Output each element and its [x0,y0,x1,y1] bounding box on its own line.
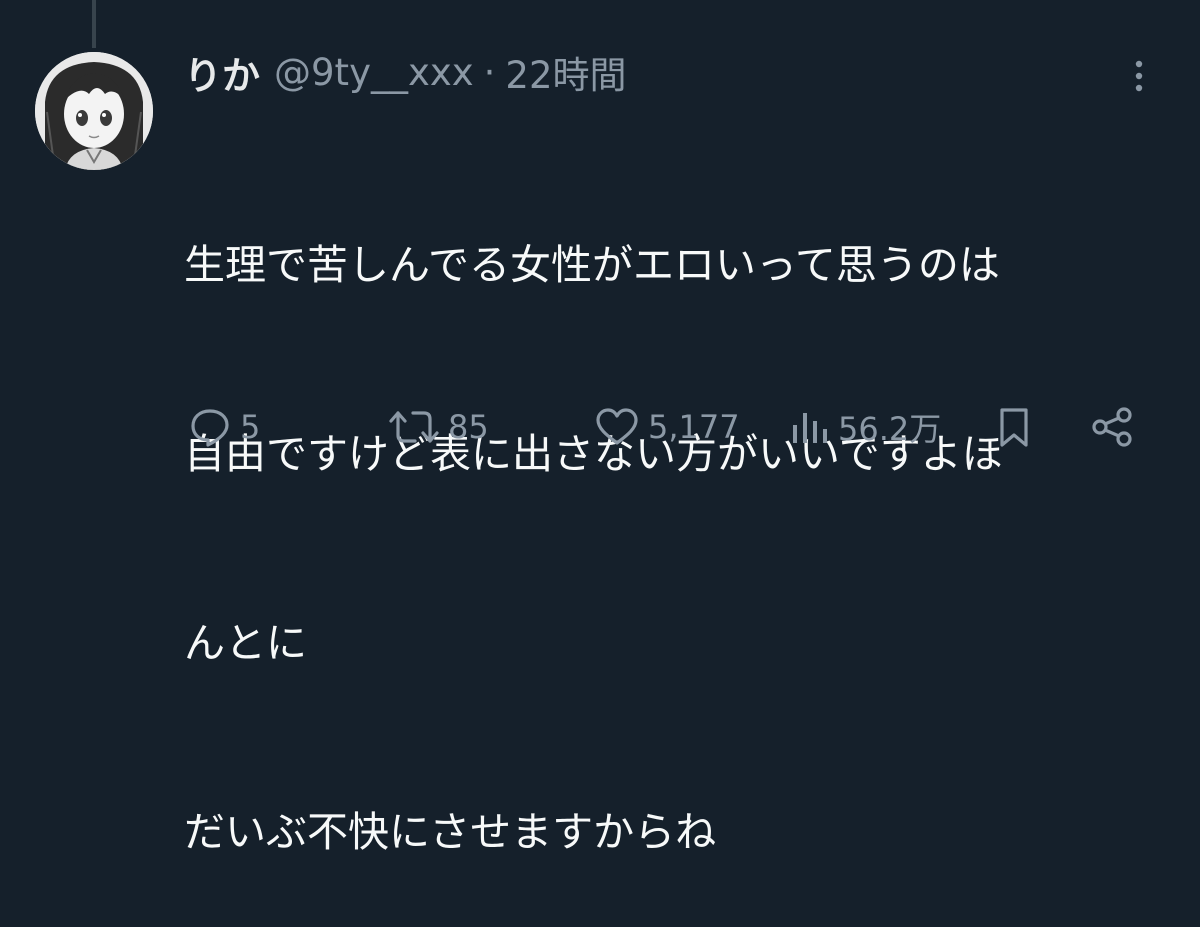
reply-button[interactable]: 5 [188,396,260,458]
views-count: 56.2万 [838,410,942,448]
bookmark-button[interactable] [996,396,1032,458]
bookmark-icon [996,405,1032,449]
retweet-count: 85 [448,408,489,446]
author-display-name[interactable]: りか [184,45,260,100]
more-options-icon[interactable] [1124,56,1154,96]
thread-connector-line [92,0,96,48]
views-icon [790,405,830,449]
tweet-text-line: だいぶ不快にさせますからね [184,808,717,856]
share-button[interactable] [1090,396,1136,458]
tweet-timestamp[interactable]: 22時間 [505,45,626,99]
retweet-button[interactable]: 85 [388,396,489,458]
reply-count: 5 [240,408,261,446]
like-button[interactable]: 5,177 [594,396,740,458]
author-handle[interactable]: @9ty__xxx [274,51,474,94]
tweet-text: 生理で苦しんでる女性がエロいって思うのは 自由ですけど表に出さない方がいいですよ… [184,108,1174,927]
tweet-text-line: んとに [184,619,307,667]
tweet-action-bar: 5 85 5,177 56.2万 [184,396,1144,458]
like-count: 5,177 [648,408,740,446]
reply-icon [188,405,232,449]
avatar-image [35,52,153,170]
tweet-text-line: 生理で苦しんでる女性がエロいって思うのは [184,241,1000,289]
share-icon [1090,405,1136,449]
views-button[interactable]: 56.2万 [790,396,941,458]
retweet-icon [388,405,440,449]
heart-icon [594,405,640,449]
tweet-header: りか @9ty__xxx · 22時間 [184,46,627,98]
avatar[interactable] [35,52,153,170]
header-separator: · [483,50,496,94]
